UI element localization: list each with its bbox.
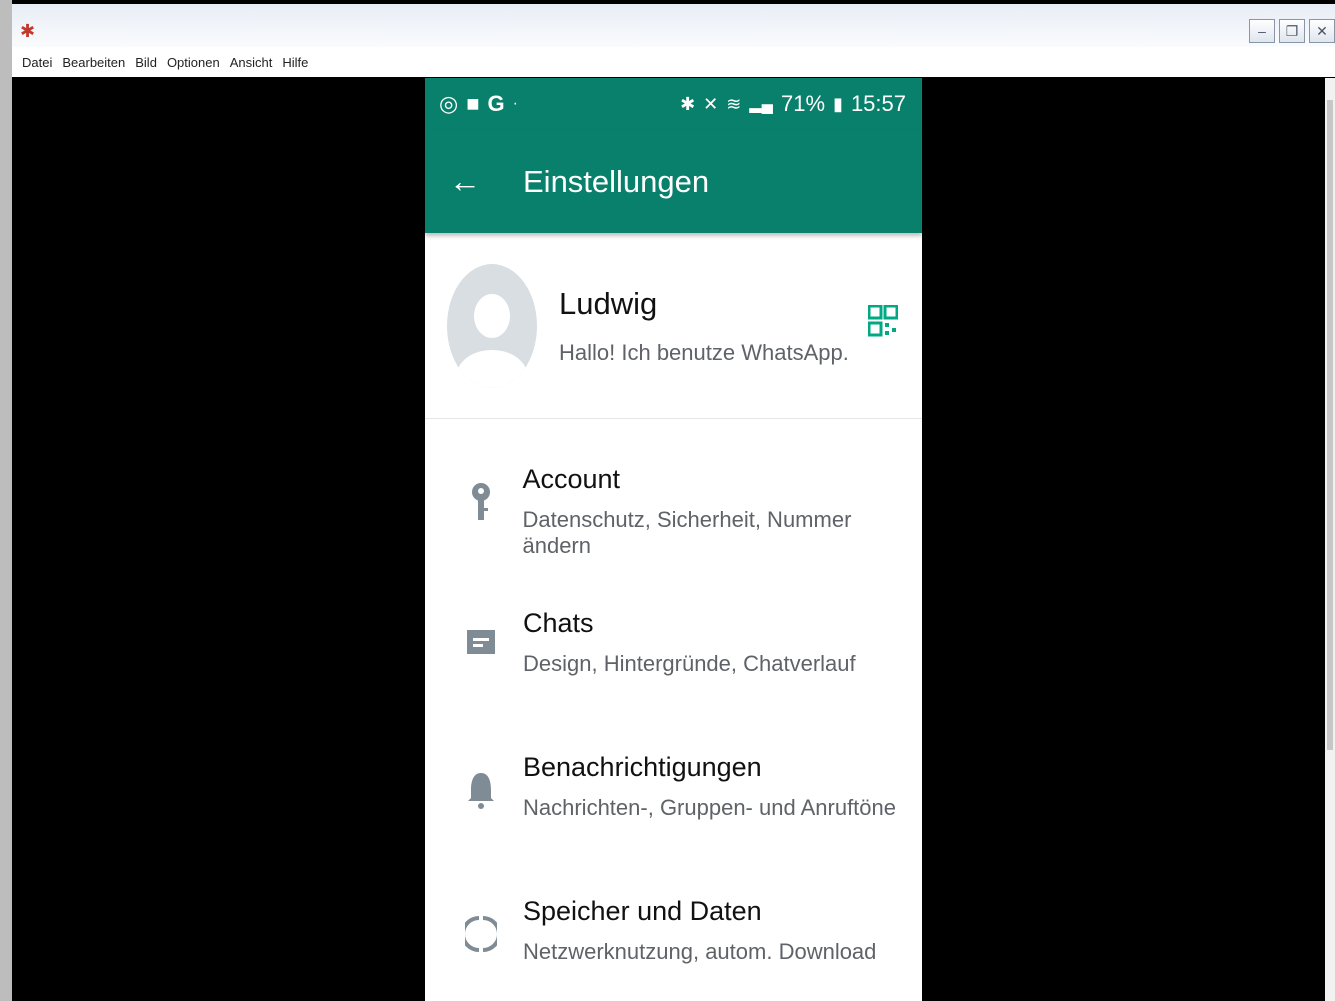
bug-icon: ✱ xyxy=(20,21,36,41)
menu-ansicht[interactable]: Ansicht xyxy=(230,55,273,70)
account-title: Account xyxy=(522,464,621,494)
storage-subtitle: Netzwerknutzung, autom. Download xyxy=(523,939,877,964)
profile-row[interactable]: Ludwig Hallo! Ich benutze WhatsApp. xyxy=(425,233,922,419)
storage-title: Speicher und Daten xyxy=(523,896,762,926)
avatar[interactable] xyxy=(447,263,537,388)
chats-title: Chats xyxy=(523,608,594,638)
notifications-title: Benachrichtigungen xyxy=(523,752,762,782)
qr-code-icon[interactable] xyxy=(868,305,898,345)
status-bar: ◎ ■ G · ✱ ✕ ≋ ▂▄ 71% ▮ 15:57 xyxy=(425,78,922,130)
settings-item-notifications[interactable]: Benachrichtigungen Nachrichten-, Gruppen… xyxy=(425,707,922,851)
data-usage-icon xyxy=(465,916,497,952)
menu-bearbeiten[interactable]: Bearbeiten xyxy=(62,55,125,70)
mute-icon: ✕ xyxy=(703,93,719,114)
chats-subtitle: Design, Hintergründe, Chatverlauf xyxy=(523,651,856,676)
signal-icon: ▂▄ xyxy=(749,96,773,113)
scrollbar[interactable] xyxy=(1325,78,1335,1001)
sync-icon: ◎ xyxy=(439,91,459,116)
key-icon xyxy=(471,483,490,520)
dot: · xyxy=(512,95,518,112)
scrollbar-thumb[interactable] xyxy=(1327,100,1333,750)
google-icon: G xyxy=(487,91,505,116)
bluetooth-icon: ✱ xyxy=(680,93,696,114)
desktop-edge xyxy=(0,0,12,1001)
profile-name: Ludwig xyxy=(559,285,658,321)
battery-icon: ▮ xyxy=(833,93,843,114)
profile-status: Hallo! Ich benutze WhatsApp. xyxy=(559,339,849,365)
window-titlebar: ✱ – ❐ ✕ xyxy=(12,0,1335,47)
account-subtitle: Datenschutz, Sicherheit, Nummer ändern xyxy=(522,507,852,558)
menu-optionen[interactable]: Optionen xyxy=(167,55,220,70)
menu-bild[interactable]: Bild xyxy=(135,55,157,70)
chat-icon xyxy=(467,630,495,654)
notifications-subtitle: Nachrichten-, Gruppen- und Anruftöne xyxy=(523,795,897,820)
back-arrow-icon[interactable]: ← xyxy=(449,163,499,200)
menu-hilfe[interactable]: Hilfe xyxy=(282,55,308,70)
clock: 15:57 xyxy=(850,91,906,116)
minimize-icon[interactable]: – xyxy=(1249,19,1275,43)
settings-item-storage[interactable]: Speicher und Daten Netzwerknutzung, auto… xyxy=(425,851,922,995)
settings-item-chats[interactable]: Chats Design, Hintergründe, Chatverlauf xyxy=(425,563,922,707)
wifi-icon: ≋ xyxy=(726,93,742,114)
menu-bar: Datei Bearbeiten Bild Optionen Ansicht H… xyxy=(12,47,1335,77)
phone-screen: ◎ ■ G · ✱ ✕ ≋ ▂▄ 71% ▮ 15:57 ← Einstellu… xyxy=(425,78,922,1001)
restore-icon[interactable]: ❐ xyxy=(1279,19,1305,43)
menu-datei[interactable]: Datei xyxy=(22,55,52,70)
bell-icon xyxy=(468,773,494,809)
settings-item-account[interactable]: Account Datenschutz, Sicherheit, Nummer … xyxy=(425,419,922,563)
close-icon[interactable]: ✕ xyxy=(1309,19,1335,43)
page-title: Einstellungen xyxy=(523,163,710,199)
app-bar: ← Einstellungen xyxy=(425,130,922,233)
message-icon: ■ xyxy=(466,91,480,116)
battery-percent: 71% xyxy=(780,91,826,116)
